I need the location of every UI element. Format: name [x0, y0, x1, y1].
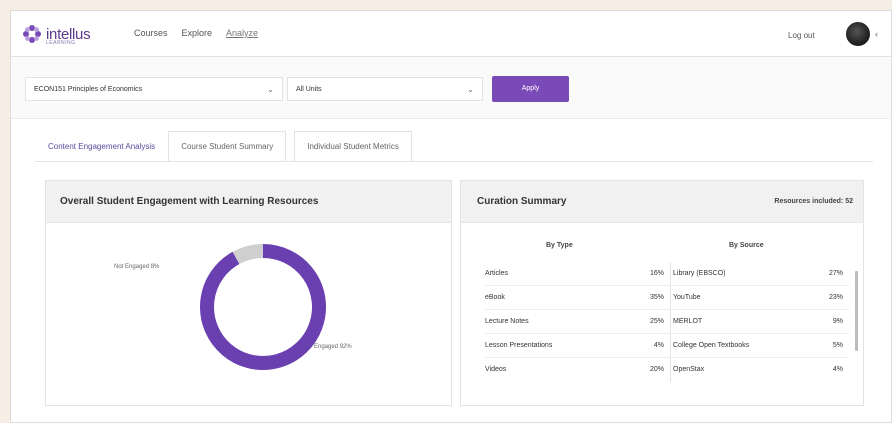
source-label: OpenStax	[673, 366, 705, 373]
brand-logo[interactable]: intellus LEARNING	[21, 23, 91, 46]
engagement-title: Overall Student Engagement with Learning…	[60, 196, 319, 207]
source-value: 5%	[832, 342, 843, 349]
curation-title: Curation Summary	[477, 196, 567, 207]
source-label: MERLOT	[673, 318, 703, 325]
user-menu-caret-icon[interactable]: ‹	[875, 29, 878, 39]
curation-panel-header: Curation Summary Resources included: 52	[461, 181, 863, 223]
by-type-table: Articles 16% eBook 35% Lecture Notes 25% Le…	[485, 262, 671, 382]
main-nav: Courses Explore Analyze	[134, 28, 258, 38]
source-label: Library (EBSCO)	[673, 270, 726, 277]
type-value: 20%	[649, 366, 664, 373]
logo-flower-icon	[23, 25, 41, 43]
table-row: OpenStax 4%	[673, 358, 849, 382]
logout-link[interactable]: Log out	[788, 31, 815, 40]
top-navbar: intellus LEARNING Courses Explore Analyz…	[11, 11, 891, 57]
units-select-value: All Units	[296, 86, 322, 93]
tab-divider	[35, 161, 873, 162]
source-label: YouTube	[673, 294, 701, 301]
apply-button[interactable]: Apply	[492, 76, 569, 102]
source-value: 9%	[832, 318, 843, 325]
table-row: Lecture Notes 25%	[485, 310, 670, 334]
by-type-header: By Type	[546, 242, 573, 249]
source-table-scrollbar[interactable]	[855, 271, 858, 351]
type-label: Videos	[485, 366, 507, 373]
type-value: 35%	[649, 294, 664, 301]
nav-explore[interactable]: Explore	[182, 28, 213, 38]
type-label: Lecture Notes	[485, 318, 529, 325]
course-select-value: ECON151 Principles of Economics	[34, 86, 143, 93]
type-value: 25%	[649, 318, 664, 325]
app-window: intellus LEARNING Courses Explore Analyz…	[10, 10, 892, 423]
curation-panel: Curation Summary Resources included: 52 …	[460, 180, 864, 406]
donut-slice-not-engaged	[232, 244, 264, 265]
resources-included-count: Resources included: 52	[774, 198, 853, 205]
donut-slice-engaged	[200, 244, 326, 370]
analysis-tabs: Content Engagement Analysis Course Stude…	[35, 131, 412, 161]
table-row: YouTube 23%	[673, 286, 849, 310]
tab-individual-student-metrics[interactable]: Individual Student Metrics	[294, 131, 412, 161]
brand-subtitle: LEARNING	[46, 40, 76, 46]
source-value: 4%	[832, 366, 843, 373]
table-row: Articles 16%	[485, 262, 670, 286]
engagement-panel: Overall Student Engagement with Learning…	[45, 180, 452, 406]
engagement-panel-header: Overall Student Engagement with Learning…	[46, 181, 451, 223]
type-label: Lesson Presentations	[485, 342, 553, 349]
source-value: 23%	[828, 294, 843, 301]
by-source-table: Library (EBSCO) 27% YouTube 23% MERLOT 9% C…	[673, 262, 849, 382]
engagement-donut-chart	[200, 244, 326, 370]
not-engaged-label: Not Engaged 8%	[114, 264, 160, 270]
table-row: Library (EBSCO) 27%	[673, 262, 849, 286]
nav-analyze[interactable]: Analyze	[226, 28, 258, 38]
engaged-label: Engaged 92%	[314, 344, 352, 350]
units-select[interactable]: All Units ⌄	[287, 77, 483, 101]
type-label: Articles	[485, 270, 508, 277]
by-source-header: By Source	[729, 242, 764, 249]
course-select[interactable]: ECON151 Principles of Economics ⌄	[25, 77, 283, 101]
type-value: 4%	[653, 342, 664, 349]
chevron-down-icon: ⌄	[467, 85, 474, 94]
table-row: College Open Textbooks 5%	[673, 334, 849, 358]
table-row: eBook 35%	[485, 286, 670, 310]
table-row: Videos 20%	[485, 358, 670, 382]
type-value: 16%	[649, 270, 664, 277]
tab-content-engagement[interactable]: Content Engagement Analysis	[35, 131, 168, 161]
table-row: Lesson Presentations 4%	[485, 334, 670, 358]
nav-courses[interactable]: Courses	[134, 28, 168, 38]
table-row: MERLOT 9%	[673, 310, 849, 334]
user-avatar[interactable]	[846, 22, 870, 46]
type-label: eBook	[485, 294, 505, 301]
tab-course-student-summary[interactable]: Course Student Summary	[168, 131, 287, 161]
chevron-down-icon: ⌄	[267, 85, 274, 94]
source-label: College Open Textbooks	[673, 342, 750, 349]
filter-bar: ECON151 Principles of Economics ⌄ All Un…	[11, 57, 891, 119]
source-value: 27%	[828, 270, 843, 277]
